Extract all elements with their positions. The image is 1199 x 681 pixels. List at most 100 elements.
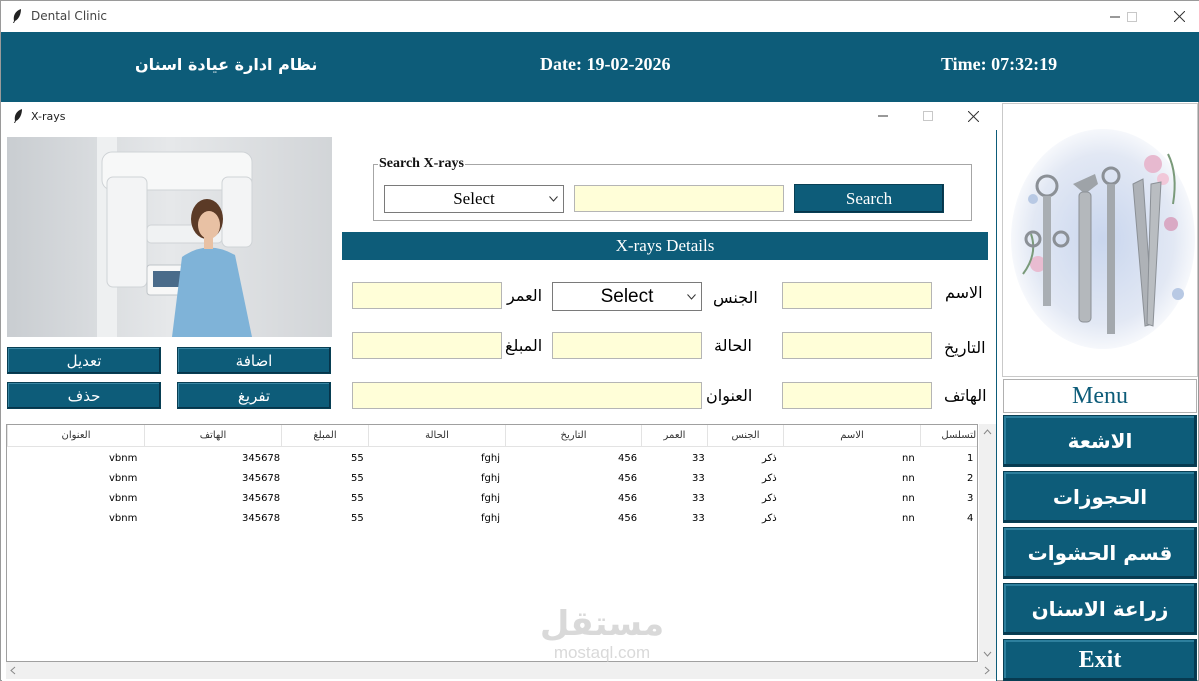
watermark: مستقل mostaql.com <box>527 605 677 669</box>
search-field-select[interactable]: Select <box>384 185 564 213</box>
close-button[interactable] <box>1156 1 1199 32</box>
search-group-legend: Search X-rays <box>378 156 465 172</box>
menu-fillings-button[interactable]: قسم الحشوات <box>1003 527 1197 579</box>
table-row[interactable]: 1 nn ذكر 33 456 fghj 55 345678 vbnm <box>7 449 977 469</box>
cell-amount: 55 <box>351 493 364 504</box>
menu-implants-button[interactable]: زراعة الاسنان <box>1003 583 1197 635</box>
xray-machine-photo <box>7 137 332 337</box>
cell-id: 3 <box>967 493 974 504</box>
table-vertical-scrollbar[interactable] <box>979 424 996 662</box>
cell-address: vbnm <box>109 473 138 484</box>
cell-status: fghj <box>481 453 500 464</box>
column-header-gender[interactable]: الجنس <box>707 425 783 447</box>
phone-input[interactable] <box>782 382 932 409</box>
menu-title: Menu <box>1003 379 1197 413</box>
cell-age: 33 <box>692 493 705 504</box>
search-input[interactable] <box>574 185 784 212</box>
cell-gender: ذكر <box>762 453 777 464</box>
column-header-age[interactable]: العمر <box>641 425 707 447</box>
cell-id: 1 <box>967 453 974 464</box>
date-display: Date: 19-02-2026 <box>540 54 671 74</box>
xrays-window-title: X-rays <box>31 110 66 123</box>
app-title: نظام ادارة عيادة اسنان <box>135 55 318 74</box>
clear-button[interactable]: تفريغ <box>177 382 331 409</box>
header-band: نظام ادارة عيادة اسنان Date: 19-02-2026 … <box>1 32 1199 102</box>
cell-id: 4 <box>967 513 974 524</box>
cell-status: fghj <box>481 473 500 484</box>
column-header-name[interactable]: الاسم <box>783 425 920 447</box>
search-field-select-value: Select <box>453 189 495 208</box>
cell-status: fghj <box>481 493 500 504</box>
cell-id: 2 <box>967 473 974 484</box>
cell-age: 33 <box>692 513 705 524</box>
watermark-arabic: مستقل <box>539 604 665 644</box>
age-input[interactable] <box>352 282 502 309</box>
column-header-status[interactable]: الحالة <box>368 425 505 447</box>
cell-phone: 345678 <box>242 473 281 484</box>
cell-date: 456 <box>618 493 638 504</box>
app-window: Dental Clinic نظام ادارة عيادة اسنان Dat… <box>0 0 1199 681</box>
cell-address: vbnm <box>109 493 138 504</box>
cell-name: nn <box>902 493 915 504</box>
column-header-id[interactable]: التسلسل <box>920 425 977 447</box>
menu-xrays-button[interactable]: الاشعة <box>1003 415 1197 467</box>
feather-icon <box>14 109 22 123</box>
cell-name: nn <box>902 473 915 484</box>
cell-phone: 345678 <box>242 493 281 504</box>
chevron-down-icon <box>549 196 558 202</box>
xrays-table[interactable]: التسلسل الاسم الجنس العمر التاريخ الحالة… <box>6 424 978 662</box>
name-label: الاسم <box>945 283 983 302</box>
table-header: التسلسل الاسم الجنس العمر التاريخ الحالة… <box>7 425 977 447</box>
title-bar: Dental Clinic <box>1 1 1199 32</box>
column-header-date[interactable]: التاريخ <box>505 425 641 447</box>
column-header-amount[interactable]: المبلغ <box>281 425 368 447</box>
cell-date: 456 <box>618 473 638 484</box>
cell-phone: 345678 <box>242 513 281 524</box>
table-horizontal-scrollbar[interactable] <box>6 662 996 679</box>
date-input[interactable] <box>782 332 932 359</box>
column-header-address[interactable]: العنوان <box>7 425 144 447</box>
status-input[interactable] <box>552 332 702 359</box>
chevron-down-icon <box>687 293 696 300</box>
table-row[interactable]: 3 nn ذكر 33 456 fghj 55 345678 vbnm <box>7 489 977 509</box>
cell-address: vbnm <box>109 513 138 524</box>
edit-button[interactable]: تعديل <box>7 347 161 374</box>
amount-input[interactable] <box>352 332 502 359</box>
xrays-close-button[interactable] <box>950 102 996 130</box>
address-label: العنوان <box>706 386 753 405</box>
cell-date: 456 <box>618 513 638 524</box>
cell-age: 33 <box>692 453 705 464</box>
details-section-title: X-rays Details <box>342 232 988 260</box>
table-row[interactable]: 2 nn ذكر 33 456 fghj 55 345678 vbnm <box>7 469 977 489</box>
cell-phone: 345678 <box>242 453 281 464</box>
cell-amount: 55 <box>351 453 364 464</box>
cell-amount: 55 <box>351 473 364 484</box>
menu-exit-button[interactable]: Exit <box>1003 639 1197 681</box>
cell-gender: ذكر <box>762 493 777 504</box>
dental-tools-illustration <box>1002 103 1198 377</box>
gender-select-value: Select <box>600 285 654 307</box>
xrays-window: X-rays تعديل اضافة حذف تفريغ Search X-ra… <box>2 102 997 681</box>
xrays-maximize-button[interactable] <box>905 102 951 130</box>
cell-age: 33 <box>692 473 705 484</box>
search-button[interactable]: Search <box>794 184 944 213</box>
xrays-minimize-button[interactable] <box>860 102 906 130</box>
gender-select[interactable]: Select <box>552 282 702 311</box>
address-input[interactable] <box>352 382 702 409</box>
delete-button[interactable]: حذف <box>7 382 161 409</box>
column-header-phone[interactable]: الهاتف <box>144 425 281 447</box>
watermark-latin: mostaql.com <box>553 643 651 662</box>
table-row[interactable]: 4 nn ذكر 33 456 fghj 55 345678 vbnm <box>7 509 977 529</box>
date-label: التاريخ <box>944 338 986 357</box>
name-input[interactable] <box>782 282 932 309</box>
maximize-button[interactable] <box>1109 1 1155 32</box>
add-button[interactable]: اضافة <box>177 347 331 374</box>
menu-appointments-button[interactable]: الحجوزات <box>1003 471 1197 523</box>
status-label: الحالة <box>714 336 752 355</box>
cell-date: 456 <box>618 453 638 464</box>
cell-address: vbnm <box>109 453 138 464</box>
cell-name: nn <box>902 513 915 524</box>
xrays-title-bar: X-rays <box>2 102 997 130</box>
feather-icon <box>13 9 21 23</box>
cell-name: nn <box>902 453 915 464</box>
